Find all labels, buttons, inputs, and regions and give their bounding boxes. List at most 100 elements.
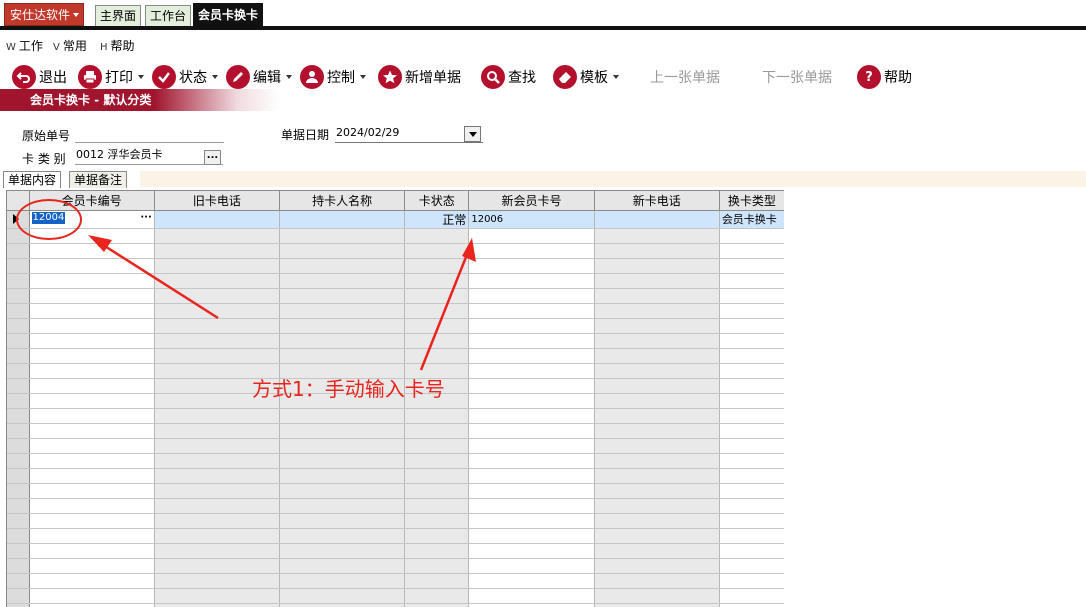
table-row[interactable] (7, 318, 784, 334)
grid-cell[interactable] (719, 258, 784, 274)
grid-cell[interactable] (719, 288, 784, 304)
status-button[interactable]: 状态 (152, 62, 218, 92)
grid-cell[interactable] (468, 318, 595, 334)
grid-cell[interactable] (594, 228, 720, 244)
document-date-input[interactable]: 2024/02/29 (335, 125, 483, 143)
grid-cell[interactable] (279, 348, 406, 364)
grid-cell[interactable] (279, 468, 406, 484)
grid-cell[interactable] (468, 498, 595, 514)
card-type-browse-button[interactable]: ... (204, 150, 221, 165)
grid-cell[interactable] (594, 273, 720, 289)
table-row[interactable] (7, 303, 784, 319)
grid-cell[interactable] (594, 573, 720, 589)
grid-cell[interactable] (154, 528, 281, 544)
grid-cell[interactable] (404, 408, 470, 424)
grid-cell[interactable] (154, 483, 281, 499)
grid-cell[interactable] (594, 288, 720, 304)
grid-cell[interactable] (468, 588, 595, 604)
grid-cell[interactable] (404, 528, 470, 544)
grid-cell[interactable] (279, 288, 406, 304)
grid-cell[interactable] (719, 573, 784, 589)
grid-cell[interactable] (594, 333, 720, 349)
help-button[interactable]: ? 帮助 (857, 62, 912, 92)
grid-cell[interactable] (279, 483, 406, 499)
table-row[interactable]: 12004 ··· 正常 12006 会员卡换卡 (7, 210, 784, 229)
new-phone-cell[interactable] (594, 210, 720, 229)
grid-cell[interactable] (719, 333, 784, 349)
tab-document-notes[interactable]: 单据备注 (69, 171, 128, 188)
grid-cell[interactable] (154, 558, 281, 574)
grid-cell[interactable] (279, 513, 406, 529)
grid-cell[interactable] (468, 288, 595, 304)
grid-cell[interactable] (594, 483, 720, 499)
grid-cell[interactable] (29, 288, 155, 304)
grid-cell[interactable] (29, 438, 155, 454)
grid-cell[interactable] (154, 348, 281, 364)
grid-cell[interactable] (29, 573, 155, 589)
column-header[interactable]: 持卡人名称 (279, 191, 406, 211)
grid-cell[interactable] (29, 363, 155, 379)
grid-cell[interactable] (719, 348, 784, 364)
table-row[interactable] (7, 453, 784, 469)
new-card-number-cell[interactable]: 12006 (468, 210, 595, 229)
grid-cell[interactable] (154, 258, 281, 274)
table-row[interactable] (7, 528, 784, 544)
grid-cell[interactable] (404, 558, 470, 574)
exit-button[interactable]: 退出 (12, 62, 67, 92)
table-row[interactable] (7, 483, 784, 499)
tab-document-content[interactable]: 单据内容 (3, 171, 62, 188)
column-header[interactable]: 新会员卡号 (468, 191, 595, 211)
column-header[interactable]: 新卡电话 (594, 191, 720, 211)
grid-cell[interactable] (29, 498, 155, 514)
tab-card-exchange[interactable]: 会员卡换卡 (193, 3, 264, 26)
grid-cell[interactable] (468, 423, 595, 439)
grid-cell[interactable] (594, 603, 720, 607)
card-status-cell[interactable]: 正常 (404, 210, 470, 229)
grid-cell[interactable] (468, 603, 595, 607)
menu-common[interactable]: V 常用 (53, 36, 87, 58)
grid-cell[interactable] (594, 303, 720, 319)
grid-cell[interactable] (719, 603, 784, 607)
table-row[interactable] (7, 468, 784, 484)
original-number-input[interactable] (75, 125, 224, 143)
grid-cell[interactable] (29, 393, 155, 409)
grid-cell[interactable] (719, 303, 784, 319)
grid-cell[interactable] (719, 393, 784, 409)
grid-cell[interactable] (404, 468, 470, 484)
table-row[interactable] (7, 273, 784, 289)
holder-name-cell[interactable] (279, 210, 406, 229)
grid-cell[interactable] (594, 528, 720, 544)
table-row[interactable] (7, 333, 784, 349)
grid-cell[interactable] (154, 303, 281, 319)
grid-cell[interactable] (468, 273, 595, 289)
grid-cell[interactable] (468, 468, 595, 484)
table-row[interactable] (7, 558, 784, 574)
grid-cell[interactable] (279, 243, 406, 259)
grid-cell[interactable] (404, 603, 470, 607)
grid-cell[interactable] (719, 453, 784, 469)
grid-cell[interactable] (29, 528, 155, 544)
grid-cell[interactable] (29, 273, 155, 289)
table-row[interactable] (7, 543, 784, 559)
grid-cell[interactable] (404, 573, 470, 589)
table-row[interactable] (7, 348, 784, 364)
grid-cell[interactable] (404, 333, 470, 349)
grid-cell[interactable] (154, 468, 281, 484)
grid-cell[interactable] (29, 378, 155, 394)
grid-cell[interactable] (154, 588, 281, 604)
grid-cell[interactable] (404, 483, 470, 499)
grid-cell[interactable] (468, 228, 595, 244)
edit-button[interactable]: 编辑 (226, 62, 292, 92)
grid-cell[interactable] (279, 228, 406, 244)
grid-cell[interactable] (154, 513, 281, 529)
menu-work[interactable]: W 工作 (6, 36, 43, 58)
grid-cell[interactable] (468, 378, 595, 394)
grid-cell[interactable] (279, 333, 406, 349)
grid-cell[interactable] (29, 243, 155, 259)
grid-cell[interactable] (29, 453, 155, 469)
grid-cell[interactable] (719, 228, 784, 244)
grid-cell[interactable] (594, 498, 720, 514)
template-button[interactable]: 模板 (553, 62, 619, 92)
change-type-cell[interactable]: 会员卡换卡 (719, 210, 784, 229)
grid-cell[interactable] (279, 603, 406, 607)
